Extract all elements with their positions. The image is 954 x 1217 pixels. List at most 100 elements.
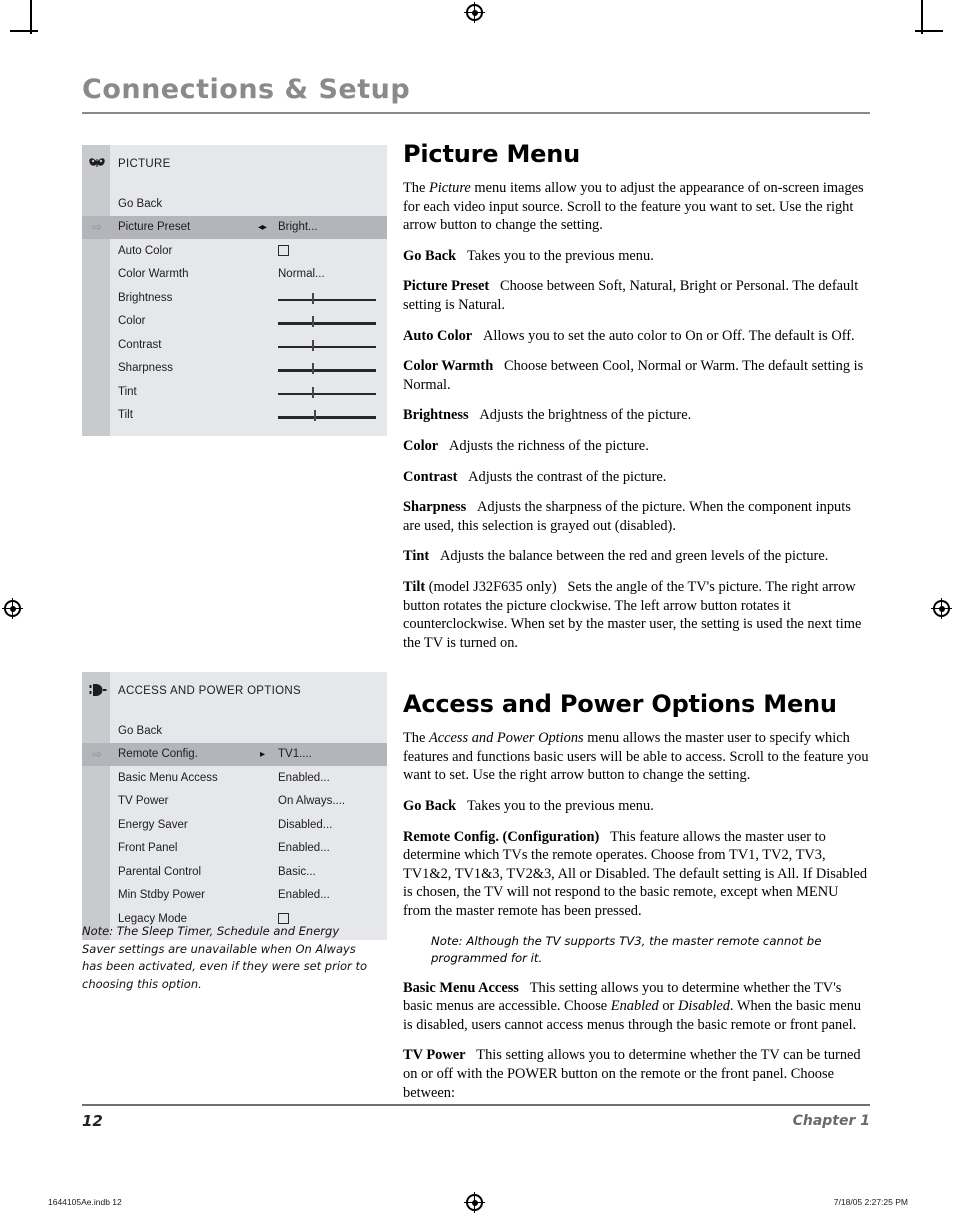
osd-row-label: Go Back: [118, 197, 163, 210]
osd-row-remote-config[interactable]: ⇨ Remote Config. ▸ TV1....: [82, 742, 387, 766]
term: Brightness: [403, 407, 469, 424]
intro-emphasis: Access and Power Options: [428, 730, 584, 747]
osd-row-auto-color[interactable]: Auto Color: [82, 239, 387, 263]
desc: Takes you to the previous menu.: [466, 798, 654, 815]
osd-row-basic-menu-access[interactable]: Basic Menu Access Enabled...: [82, 766, 387, 790]
remote-config-inset-note: Note: Although the TV supports TV3, the …: [431, 933, 822, 965]
slider-thumb[interactable]: [312, 339, 315, 351]
osd-row-picture-preset[interactable]: ⇨ Picture Preset ◂▸ Bright...: [82, 215, 387, 239]
picture-item-go-back: Go Back Takes you to the previous menu.: [403, 247, 870, 266]
osd-row-value: Normal...: [278, 268, 325, 281]
term: TV Power: [403, 1047, 466, 1064]
osd-row-tint[interactable]: Tint: [82, 380, 387, 404]
osd-row-label: Min Stdby Power: [118, 889, 205, 902]
term: Go Back: [403, 798, 457, 815]
access-item-basic-menu-access: Basic Menu Access This setting allows yo…: [403, 979, 870, 1035]
osd-row-value: Enabled...: [278, 771, 330, 784]
osd-row-min-stdby-power[interactable]: Min Stdby Power Enabled...: [82, 884, 387, 908]
picture-item-brightness: Brightness Adjusts the brightness of the…: [403, 406, 870, 425]
term: Color Warmth: [403, 358, 494, 375]
osd-gap: [82, 710, 387, 719]
osd-title: ACCESS AND POWER OPTIONS: [118, 685, 301, 697]
access-menu-heading: Access and Power Options Menu: [403, 690, 837, 719]
desc-em2: Disabled: [677, 998, 730, 1015]
osd-row-value: Disabled...: [278, 818, 333, 831]
osd-row-color-warmth[interactable]: Color Warmth Normal...: [82, 263, 387, 287]
osd-row-energy-saver[interactable]: Energy Saver Disabled...: [82, 813, 387, 837]
osd-row-go-back[interactable]: Go Back: [82, 719, 387, 743]
osd-row-go-back[interactable]: Go Back: [82, 192, 387, 216]
brightness-slider[interactable]: [278, 292, 376, 304]
registration-mark-bottom: [464, 1192, 485, 1213]
registration-mark-right: [931, 598, 952, 619]
picture-menu-osd: PICTURE Go Back ⇨ Picture Preset ◂▸ Brig…: [82, 145, 387, 436]
crop-mark-top-right-horizontal: [915, 30, 943, 32]
osd-gap: [82, 183, 387, 192]
osd-row-value: On Always....: [278, 795, 346, 808]
term-b: . (Configuration): [495, 828, 600, 845]
title-divider: [82, 112, 870, 114]
term: Contrast: [403, 468, 458, 485]
osd-header: PICTURE: [82, 145, 387, 183]
osd-row-value: TV1....: [278, 748, 312, 761]
osd-gap-bottom: [82, 427, 387, 436]
desc-em1: Enabled: [610, 998, 659, 1015]
osd-row-color[interactable]: Color: [82, 310, 387, 334]
tilt-model: (model J32F635 only): [425, 578, 557, 595]
desc: Adjusts the balance between the red and …: [439, 548, 829, 565]
desc-b: or: [658, 998, 678, 1015]
slider-thumb[interactable]: [312, 386, 315, 398]
picture-item-color-warmth: Color Warmth Choose between Cool, Normal…: [403, 357, 870, 394]
tint-slider[interactable]: [278, 386, 376, 398]
tilt-slider[interactable]: [278, 409, 376, 422]
body-column: Picture Menu The Picture menu items allo…: [403, 140, 870, 1114]
picture-item-auto-color: Auto Color Allows you to set the auto co…: [403, 327, 870, 346]
slider-track: [278, 392, 376, 396]
access-intro-paragraph: The Access and Power Options menu allows…: [403, 729, 870, 785]
slider-thumb[interactable]: [314, 410, 317, 422]
picture-item-tint: Tint Adjusts the balance between the red…: [403, 547, 870, 566]
auto-color-checkbox[interactable]: [278, 245, 289, 257]
selection-arrow-icon: ⇨: [91, 747, 103, 762]
slider-track: [278, 322, 376, 325]
left-right-arrows-icon[interactable]: ◂▸: [246, 222, 278, 233]
osd-row-label: TV Power: [118, 795, 169, 808]
picture-item-contrast: Contrast Adjusts the contrast of the pic…: [403, 468, 870, 487]
osd-row-front-panel[interactable]: Front Panel Enabled...: [82, 837, 387, 861]
access-item-tv-power: TV Power This setting allows you to dete…: [403, 1046, 870, 1102]
slider-thumb[interactable]: [312, 292, 315, 304]
slider-thumb[interactable]: [312, 316, 315, 328]
sharpness-slider[interactable]: [278, 362, 376, 375]
osd-row-sharpness[interactable]: Sharpness: [82, 357, 387, 381]
color-slider[interactable]: [278, 315, 376, 328]
access-power-options-osd: ACCESS AND POWER OPTIONS Go Back ⇨ Remot…: [82, 672, 387, 940]
slider-track: [278, 298, 376, 302]
osd-row-label: Energy Saver: [118, 818, 188, 831]
osd-row-tv-power[interactable]: TV Power On Always....: [82, 790, 387, 814]
osd-row-brightness[interactable]: Brightness: [82, 286, 387, 310]
picture-item-picture-preset: Picture Preset Choose between Soft, Natu…: [403, 277, 870, 314]
osd-row-parental-control[interactable]: Parental Control Basic...: [82, 860, 387, 884]
registration-mark-left: [2, 598, 23, 619]
osd-row-tilt[interactable]: Tilt: [82, 404, 387, 428]
power-plug-icon: [86, 679, 108, 701]
osd-row-label: Auto Color: [118, 244, 173, 257]
osd-row-label: Contrast: [118, 338, 162, 351]
term-a: Remote Config: [403, 828, 496, 845]
right-arrow-icon[interactable]: ▸: [246, 749, 278, 760]
osd-header: ACCESS AND POWER OPTIONS: [82, 672, 387, 710]
contrast-slider[interactable]: [278, 339, 376, 351]
osd-row-label: Color Warmth: [118, 268, 189, 281]
osd-title: PICTURE: [118, 158, 171, 170]
osd-row-contrast[interactable]: Contrast: [82, 333, 387, 357]
sleep-timer-note: Note: The Sleep Timer, Schedule and Ener…: [82, 924, 367, 991]
term: Tilt: [403, 578, 426, 595]
intro-emphasis: Picture: [428, 180, 471, 196]
desc: Adjusts the brightness of the picture.: [479, 407, 692, 424]
slider-thumb[interactable]: [312, 363, 315, 375]
osd-row-label: Go Back: [118, 724, 163, 737]
osd-row-value: Enabled...: [278, 889, 330, 902]
access-item-go-back: Go Back Takes you to the previous menu.: [403, 797, 870, 816]
chapter-label: Chapter 1: [792, 1113, 870, 1129]
